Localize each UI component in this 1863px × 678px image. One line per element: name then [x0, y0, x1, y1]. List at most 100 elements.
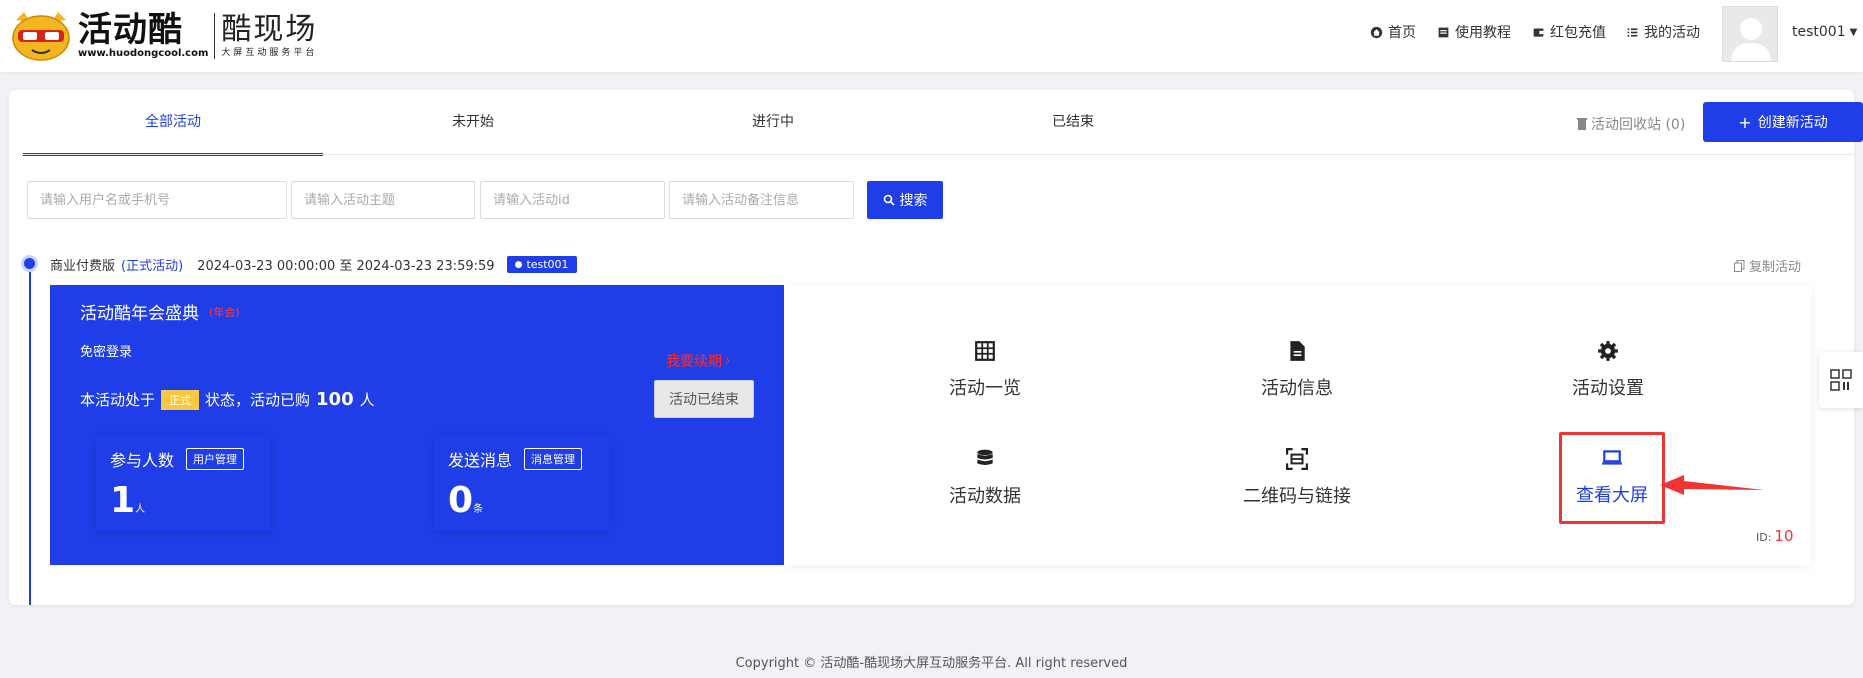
renew-link[interactable]: 我要续期 › [666, 351, 731, 371]
nav-my-events[interactable]: 我的活动 [1626, 22, 1700, 42]
participants-value: 1 [110, 480, 136, 521]
action-overview-label: 活动一览 [949, 378, 1021, 399]
action-settings-label: 活动设置 [1572, 378, 1644, 399]
event-title: 活动酷年会盛典 [80, 304, 199, 324]
action-info-label: 活动信息 [1261, 378, 1333, 399]
copy-event-label: 复制活动 [1749, 260, 1802, 275]
messages-stat: 发送消息 消息管理 0条 [434, 435, 609, 531]
purchased-count: 100 [316, 389, 354, 410]
create-event-button[interactable]: + 创建新活动 [1703, 102, 1863, 142]
renew-label: 我要续期 [666, 354, 722, 370]
event-actions-panel: 活动一览 活动信息 活动设置 活动数据 二维码与链接 查看大屏 ID: 10 [784, 285, 1811, 565]
wallet-icon [1533, 27, 1544, 37]
tabs-divider [23, 154, 1854, 155]
recycle-bin-label: 活动回收站 (0) [1591, 117, 1686, 133]
event-meta: 商业付费版 (正式活动) 2024-03-23 00:00:00 至 2024-… [50, 255, 577, 274]
footer-copyright: Copyright © 活动酷-酷现场大屏互动服务平台. All right r… [735, 656, 1128, 671]
user-menu[interactable]: test001 ▼ [1792, 24, 1857, 40]
nav-my-events-label: 我的活动 [1644, 25, 1700, 41]
create-event-label: 创建新活动 [1757, 115, 1828, 131]
avatar[interactable] [1722, 6, 1778, 62]
annotation-arrow-icon [1660, 475, 1764, 495]
topic-search-input[interactable] [291, 181, 475, 219]
messages-label: 发送消息 [448, 451, 513, 470]
nav-home-label: 首页 [1388, 25, 1416, 41]
caret-down-icon: ▼ [1849, 26, 1858, 38]
database-icon [977, 449, 993, 466]
book-icon [1438, 27, 1449, 37]
nav-tutorial[interactable]: 使用教程 [1437, 22, 1511, 42]
search-icon [883, 194, 895, 206]
logo-sub-desc: 大屏互动服务平台 [221, 48, 318, 58]
participants-label: 参与人数 [110, 451, 175, 470]
logo-sub-title: 酷现场 [221, 12, 318, 47]
gear-icon [1598, 341, 1618, 361]
owner-tag: ● test001 [506, 256, 577, 273]
timeline-dot [21, 255, 38, 272]
messages-unit: 条 [473, 504, 484, 515]
event-id: ID: 10 [1756, 527, 1794, 545]
message-management-button[interactable]: 消息管理 [524, 448, 583, 470]
logo-url: www.huodongcool.com [78, 48, 209, 59]
plus-icon: + [1738, 112, 1752, 132]
action-data-label: 活动数据 [949, 486, 1021, 507]
event-id-value: 10 [1774, 527, 1794, 545]
qrcode-scan-icon [1286, 448, 1308, 470]
event-summary-panel: 活动酷年会盛典 (年会) 免密登录 我要续期 › 本活动处于 正式 状态，活动已… [50, 285, 784, 565]
list-icon [1627, 27, 1638, 37]
tab-all[interactable]: 全部活动 [23, 90, 323, 156]
action-qrcode-label: 二维码与链接 [1243, 486, 1351, 507]
action-overview[interactable]: 活动一览 [905, 340, 1065, 400]
status-prefix: 本活动处于 [80, 391, 156, 409]
username: test001 [1792, 24, 1846, 40]
event-category-tag: (年会) [209, 305, 240, 319]
qrcode-float-button[interactable] [1819, 352, 1863, 408]
action-view-screen[interactable]: 查看大屏 [1559, 432, 1665, 524]
status-badge: 正式 [161, 389, 200, 410]
owner-name: test001 [526, 258, 569, 271]
id-search-input[interactable] [480, 181, 665, 219]
action-data[interactable]: 活动数据 [905, 448, 1065, 508]
logo-divider [214, 13, 216, 59]
logo[interactable]: 活动酷 www.huodongcool.com 酷现场 大屏互动服务平台 [10, 8, 317, 64]
edition-label: 商业付费版 [50, 259, 116, 274]
status-suffix: 人 [359, 391, 375, 409]
copy-event-link[interactable]: 复制活动 [1734, 256, 1801, 275]
home-icon [1370, 26, 1383, 38]
event-ended-button[interactable]: 活动已结束 [654, 380, 754, 418]
nav-recharge[interactable]: 红包充值 [1532, 22, 1606, 42]
tab-in-progress[interactable]: 进行中 [623, 90, 923, 156]
user-search-input[interactable] [27, 181, 287, 219]
participants-unit: 人 [135, 504, 146, 515]
nav-home[interactable]: 首页 [1370, 22, 1416, 42]
event-type-link[interactable]: (正式活动) [121, 255, 183, 274]
timeline-line [29, 263, 31, 605]
login-mode: 免密登录 [80, 345, 133, 360]
document-icon [1290, 341, 1305, 361]
status-tabs: 全部活动 未开始 进行中 已结束 [23, 90, 1223, 156]
nav-tutorial-label: 使用教程 [1455, 25, 1511, 41]
grid-icon [975, 341, 995, 361]
messages-value: 0 [448, 480, 474, 521]
tab-ended[interactable]: 已结束 [923, 90, 1223, 156]
action-settings[interactable]: 活动设置 [1528, 340, 1688, 400]
action-info[interactable]: 活动信息 [1217, 340, 1377, 400]
recycle-bin-link[interactable]: 活动回收站 (0) [1577, 114, 1685, 134]
search-button[interactable]: 搜索 [867, 181, 943, 219]
qrcode-icon [1830, 369, 1852, 391]
action-view-screen-label: 查看大屏 [1576, 485, 1648, 506]
copy-icon [1734, 259, 1745, 272]
mascot-logo-icon [10, 10, 72, 62]
event-status-line: 本活动处于 正式 状态，活动已购 100 人 [80, 389, 375, 410]
user-management-button[interactable]: 用户管理 [186, 448, 245, 470]
note-search-input[interactable] [669, 181, 854, 219]
participants-stat: 参与人数 用户管理 1人 [96, 435, 271, 531]
status-mid: 状态，活动已购 [205, 391, 311, 409]
nav-recharge-label: 红包充值 [1550, 25, 1606, 41]
event-time-range: 2024-03-23 00:00:00 至 2024-03-23 23:59:5… [197, 259, 495, 274]
laptop-icon [1602, 450, 1622, 465]
event-id-label: ID: [1756, 531, 1772, 544]
tab-not-started[interactable]: 未开始 [323, 90, 623, 156]
user-icon: ● [514, 259, 523, 270]
action-qrcode[interactable]: 二维码与链接 [1217, 448, 1377, 508]
